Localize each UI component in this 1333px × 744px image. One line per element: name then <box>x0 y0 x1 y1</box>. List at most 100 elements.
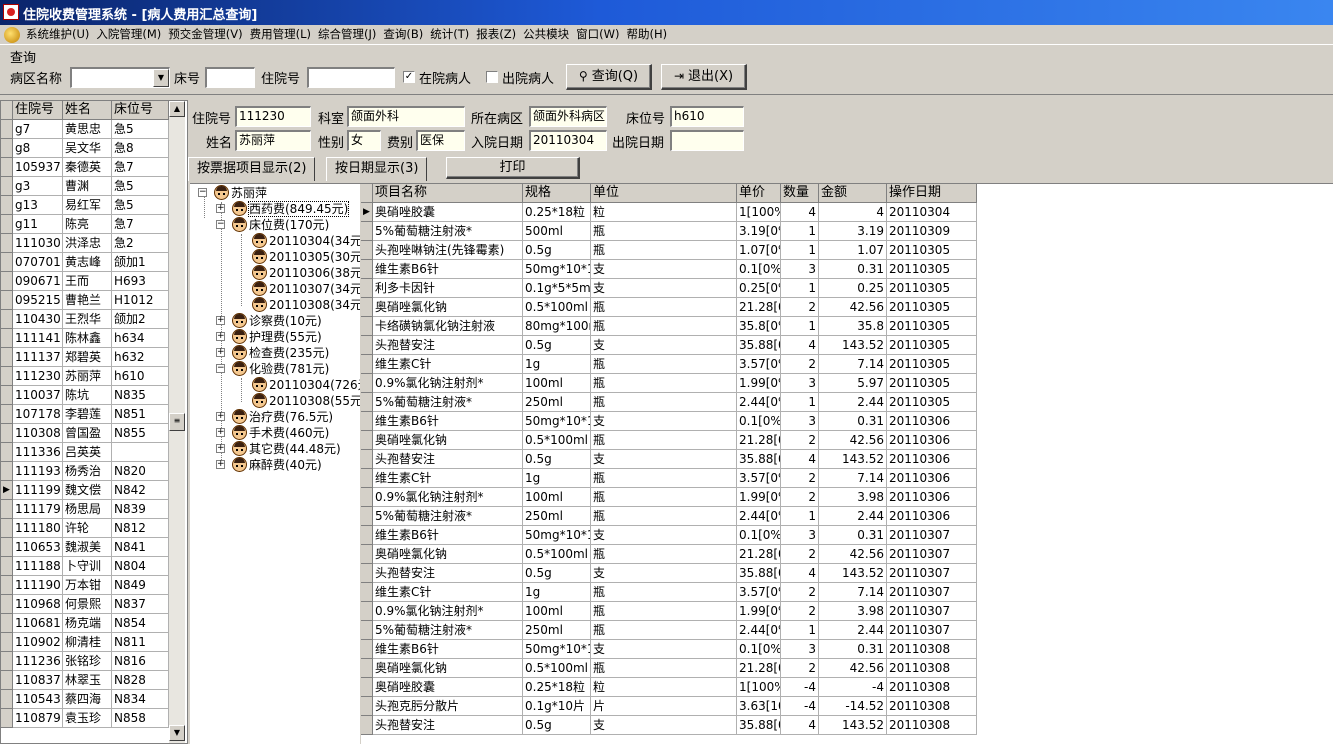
row-indicator[interactable] <box>361 355 373 374</box>
table-row[interactable]: g8 吴文华 急8 <box>1 139 169 158</box>
table-cell[interactable]: 250ml <box>523 507 591 526</box>
table-cell[interactable]: 0.5g <box>523 564 591 583</box>
discharged-checkbox[interactable] <box>486 71 498 83</box>
expand-icon[interactable]: + <box>216 332 225 341</box>
table-row[interactable]: 维生素C针1g瓶3.57[0%]27.1420110305 <box>361 355 981 374</box>
table-row[interactable]: 111141 陈林鑫 h634 <box>1 329 169 348</box>
table-row[interactable]: 105937 秦德英 急7 <box>1 158 169 177</box>
table-cell[interactable]: N812 <box>112 519 169 538</box>
table-row[interactable]: 头孢替安注0.5g支35.88[0%]4143.5220110307 <box>361 564 981 583</box>
table-cell[interactable]: 20110305 <box>887 317 977 336</box>
table-cell[interactable]: 7.14 <box>819 469 887 488</box>
table-cell[interactable]: 颌加1 <box>112 253 169 272</box>
table-cell[interactable]: 143.52 <box>819 564 887 583</box>
table-cell[interactable]: 1g <box>523 583 591 602</box>
table-cell[interactable]: 3.19 <box>819 222 887 241</box>
table-cell[interactable]: 20110307 <box>887 564 977 583</box>
table-row[interactable]: 头孢替安注0.5g支35.88[0%]4143.5220110305 <box>361 336 981 355</box>
table-cell[interactable]: 111230 <box>13 367 63 386</box>
table-cell[interactable]: 2 <box>781 545 819 564</box>
table-cell[interactable]: 1 <box>781 317 819 336</box>
menu-item[interactable]: 入院管理(M) <box>94 27 166 42</box>
info-discharge-date-field[interactable] <box>670 130 744 151</box>
table-cell[interactable]: 20110306 <box>887 469 977 488</box>
table-cell[interactable]: 卜守训 <box>63 557 112 576</box>
row-indicator[interactable] <box>1 120 13 139</box>
table-cell[interactable]: 何景熙 <box>63 595 112 614</box>
fee-detail-grid[interactable]: 项目名称规格单位单价数量金额操作日期▶奥硝唑胶囊0.25*18粒粒1[100%]… <box>361 184 1333 744</box>
table-row[interactable]: 110653 魏淑美 N841 <box>1 538 169 557</box>
table-row[interactable]: 头孢替安注0.5g支35.88[0%]4143.5220110308 <box>361 716 981 735</box>
row-indicator[interactable] <box>361 659 373 678</box>
column-header[interactable]: 住院号 <box>13 101 63 120</box>
table-cell[interactable]: 1 <box>781 621 819 640</box>
table-cell[interactable]: 卡络磺钠氯化钠注射液 <box>373 317 523 336</box>
table-cell[interactable]: 4 <box>781 564 819 583</box>
table-cell[interactable]: 曾国盈 <box>63 424 112 443</box>
table-cell[interactable]: 瓶 <box>591 469 737 488</box>
table-cell[interactable]: 5%葡萄糖注射液* <box>373 393 523 412</box>
table-row[interactable]: 110681 杨克端 N854 <box>1 614 169 633</box>
table-cell[interactable]: 20110307 <box>887 621 977 640</box>
table-cell[interactable]: 0.25*18粒 <box>523 203 591 222</box>
table-cell[interactable]: 20110305 <box>887 241 977 260</box>
table-cell[interactable]: 2 <box>781 659 819 678</box>
table-cell[interactable]: 0.5g <box>523 450 591 469</box>
table-cell[interactable]: 1.99[0%] <box>737 374 781 393</box>
in-hospital-checkbox[interactable]: ✓ <box>403 71 415 83</box>
table-row[interactable]: g11 陈亮 急7 <box>1 215 169 234</box>
table-cell[interactable]: 袁玉珍 <box>63 709 112 728</box>
table-cell[interactable]: 35.88[0%] <box>737 564 781 583</box>
row-indicator[interactable] <box>1 234 13 253</box>
table-cell[interactable]: 维生素B6针 <box>373 526 523 545</box>
table-cell[interactable]: -14.52 <box>819 697 887 716</box>
table-cell[interactable]: N858 <box>112 709 169 728</box>
bed-input[interactable] <box>205 67 255 88</box>
table-cell[interactable]: 易红军 <box>63 196 112 215</box>
table-cell[interactable]: 20110308 <box>887 678 977 697</box>
table-cell[interactable]: 0.5*100ml <box>523 431 591 450</box>
row-indicator[interactable] <box>1 177 13 196</box>
table-cell[interactable]: 维生素C针 <box>373 469 523 488</box>
table-cell[interactable]: g3 <box>13 177 63 196</box>
table-row[interactable]: 0.9%氯化钠注射剂*100ml瓶1.99[0%]35.9720110305 <box>361 374 981 393</box>
table-cell[interactable]: 支 <box>591 716 737 735</box>
tree-leaf-bed-date[interactable]: 20110305(30元) <box>252 249 360 265</box>
tree-leaf-lab-date[interactable]: 20110304(726元) <box>252 377 360 393</box>
table-cell[interactable]: 1.99[0%] <box>737 602 781 621</box>
table-cell[interactable]: 4 <box>781 203 819 222</box>
table-cell[interactable]: 0.5g <box>523 716 591 735</box>
table-row[interactable]: 111190 万本钳 N849 <box>1 576 169 595</box>
table-cell[interactable]: 曹渊 <box>63 177 112 196</box>
column-header[interactable]: 金额 <box>819 184 887 203</box>
table-cell[interactable]: 陈亮 <box>63 215 112 234</box>
table-cell[interactable]: 利多卡因针 <box>373 279 523 298</box>
row-indicator[interactable] <box>1 367 13 386</box>
menu-item[interactable]: 预交金管理(V) <box>166 27 247 42</box>
table-cell[interactable]: 1 <box>781 222 819 241</box>
table-row[interactable]: 0.9%氯化钠注射剂*100ml瓶1.99[0%]23.9820110306 <box>361 488 981 507</box>
table-cell[interactable]: 50mg*10*1支 <box>523 526 591 545</box>
row-indicator[interactable] <box>1 329 13 348</box>
table-cell[interactable]: 2.44 <box>819 507 887 526</box>
table-cell[interactable]: 20110305 <box>887 260 977 279</box>
table-cell[interactable]: 瓶 <box>591 317 737 336</box>
table-cell[interactable]: h632 <box>112 348 169 367</box>
scroll-down-icon[interactable]: ▼ <box>169 725 185 741</box>
table-cell[interactable]: 0.31 <box>819 260 887 279</box>
table-cell[interactable]: 20110307 <box>887 583 977 602</box>
table-cell[interactable]: 3 <box>781 412 819 431</box>
table-cell[interactable]: 105937 <box>13 158 63 177</box>
table-row[interactable]: 5%葡萄糖注射液*250ml瓶2.44[0%]12.4420110306 <box>361 507 981 526</box>
table-cell[interactable]: 80mg*100ml <box>523 317 591 336</box>
row-indicator[interactable] <box>1 462 13 481</box>
table-cell[interactable]: 蔡四海 <box>63 690 112 709</box>
inpatient-no-input[interactable] <box>307 67 395 88</box>
row-indicator[interactable] <box>1 139 13 158</box>
table-cell[interactable]: 2.44 <box>819 393 887 412</box>
menu-item[interactable]: 系统维护(U) <box>24 27 94 42</box>
table-cell[interactable]: 1.07[0%] <box>737 241 781 260</box>
table-cell[interactable]: 143.52 <box>819 716 887 735</box>
table-cell[interactable]: N854 <box>112 614 169 633</box>
row-indicator[interactable] <box>1 500 13 519</box>
